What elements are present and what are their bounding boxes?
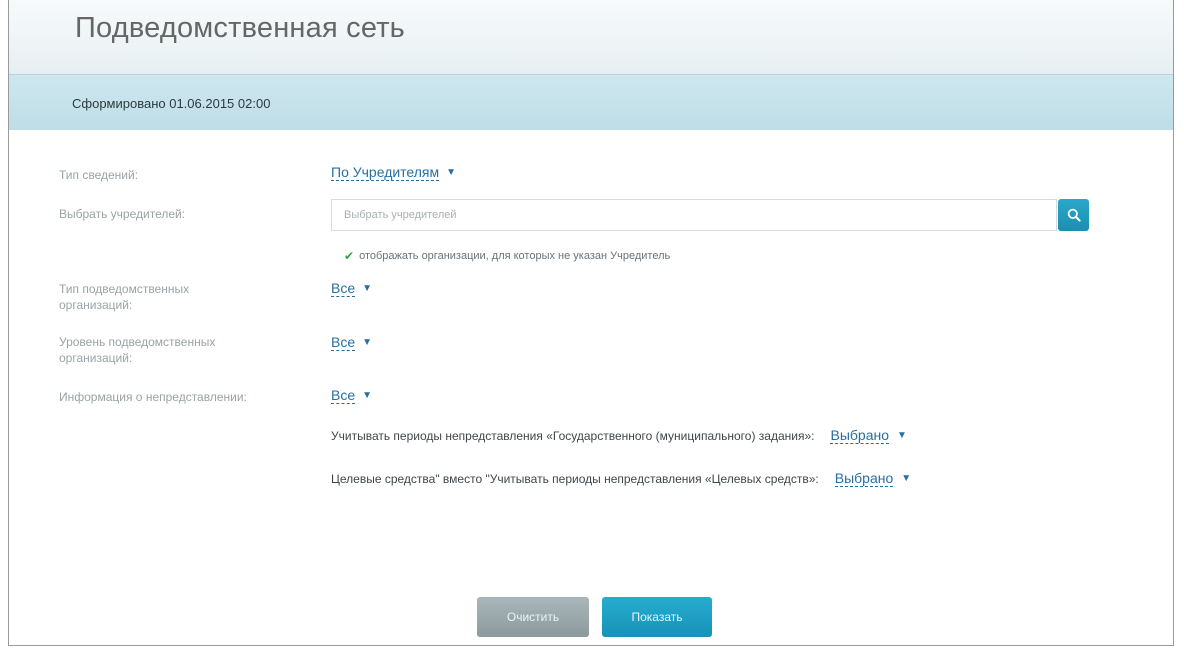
triangle-down-icon: ▼ <box>446 167 457 178</box>
clear-button[interactable]: Очистить <box>477 597 589 637</box>
triangle-down-icon: ▼ <box>901 473 912 484</box>
org-level-value: Все <box>331 334 356 351</box>
target-funds-value: Выбрано <box>834 470 894 487</box>
data-type-value: По Учредителям <box>331 164 440 181</box>
generated-bar: Сформировано 01.06.2015 02:00 <box>9 74 1173 130</box>
founders-search-input[interactable] <box>331 199 1057 231</box>
search-icon <box>1067 208 1081 222</box>
founders-label: Выбрать учредителей: <box>59 207 186 221</box>
search-button[interactable] <box>1058 199 1089 231</box>
org-level-dropdown[interactable]: Все ▼ <box>331 334 372 351</box>
non-submission-dropdown[interactable]: Все ▼ <box>331 387 372 404</box>
data-type-dropdown[interactable]: По Учредителям ▼ <box>331 164 456 181</box>
org-level-label: Уровень подведомственных организаций: <box>59 335 216 365</box>
show-button[interactable]: Показать <box>602 597 712 637</box>
page-title: Подведомственная сеть <box>75 12 405 44</box>
triangle-down-icon: ▼ <box>362 283 373 294</box>
org-type-label: Тип подведомственных организаций: <box>59 282 190 312</box>
consider-state-task-row: Учитывать периоды непредставления «Госуд… <box>331 427 907 444</box>
org-type-dropdown[interactable]: Все ▼ <box>331 280 372 297</box>
checkmark-icon: ✔ <box>344 249 355 263</box>
target-funds-row: Целевые средства" вместо "Учитывать пери… <box>331 470 911 487</box>
target-funds-dropdown[interactable]: Выбрано ▼ <box>834 470 912 487</box>
target-funds-label: Целевые средства" вместо "Учитывать пери… <box>331 471 819 486</box>
page-header: Подведомственная сеть <box>9 0 1173 74</box>
show-without-founder-checkbox[interactable]: ✔ отображать организации, для которых не… <box>344 249 670 263</box>
consider-state-task-value: Выбрано <box>830 427 889 444</box>
non-submission-label: Информация о непредставлении: <box>59 390 247 404</box>
consider-state-task-dropdown[interactable]: Выбрано ▼ <box>830 427 907 444</box>
data-type-label: Тип сведений: <box>59 168 139 182</box>
triangle-down-icon: ▼ <box>897 430 907 441</box>
page-frame: Подведомственная сеть Сформировано 01.06… <box>8 0 1174 646</box>
non-submission-value: Все <box>331 387 356 404</box>
show-without-founder-label: отображать организации, для которых не у… <box>359 250 671 262</box>
consider-state-task-label: Учитывать периоды непредставления «Госуд… <box>331 428 815 443</box>
generated-timestamp: Сформировано 01.06.2015 02:00 <box>72 96 271 111</box>
triangle-down-icon: ▼ <box>362 337 373 348</box>
org-type-value: Все <box>331 280 356 297</box>
triangle-down-icon: ▼ <box>362 390 373 401</box>
